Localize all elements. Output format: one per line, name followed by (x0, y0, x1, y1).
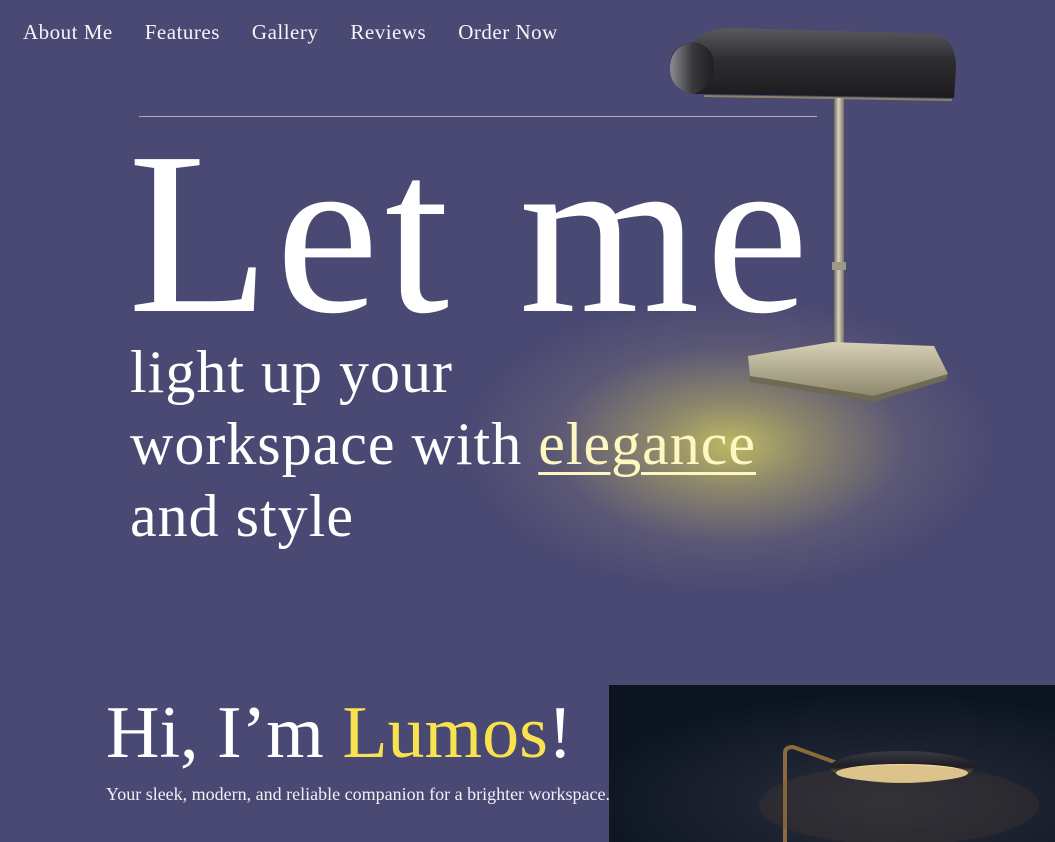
nav-gallery[interactable]: Gallery (252, 18, 318, 46)
intro-title-suffix: ! (547, 692, 573, 774)
hero-sub-line-3: and style (130, 483, 354, 549)
intro-title-prefix: Hi, I’m (106, 692, 343, 774)
nav-about-me[interactable]: About Me (23, 18, 113, 46)
nav-order-now[interactable]: Order Now (458, 18, 558, 46)
intro-subtitle: Your sleek, modern, and reliable compani… (106, 784, 611, 804)
intro-product-name: Lumos (342, 692, 548, 774)
nav-features[interactable]: Features (145, 18, 220, 46)
nav-reviews[interactable]: Reviews (350, 18, 426, 46)
hero-highlight-elegance: elegance (538, 411, 757, 477)
intro-title: Hi, I’m Lumos! (106, 688, 573, 778)
hero-subheadline: light up your workspace with elegance an… (130, 336, 756, 552)
hero-sub-line-1: light up your (130, 339, 453, 405)
top-nav: About Me Features Gallery Reviews Order … (23, 18, 590, 46)
hero-sub-line-2-prefix: workspace with (130, 411, 539, 477)
floor-lamp-photo (609, 685, 1055, 842)
hero-sub-line-2: workspace with elegance (130, 408, 756, 480)
